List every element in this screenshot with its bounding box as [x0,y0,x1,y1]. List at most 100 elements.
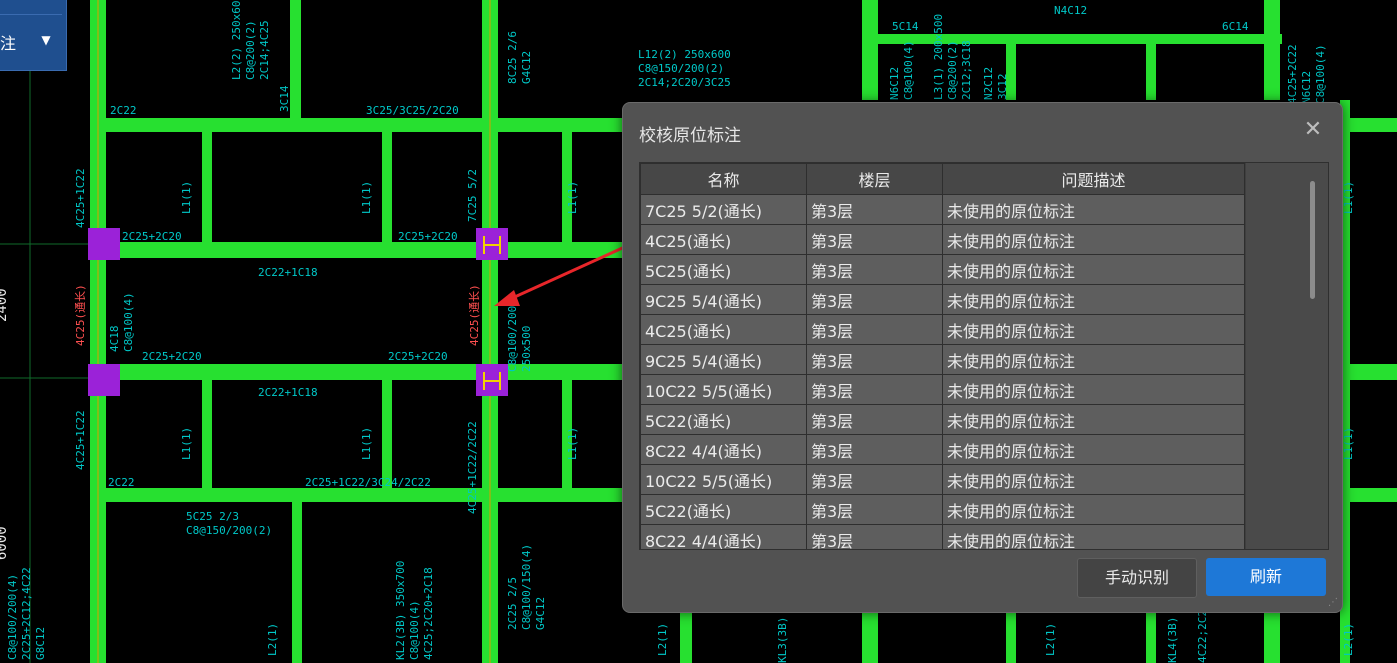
beam-annotation: C8@200(2) [946,40,959,100]
dropdown-caret-icon[interactable]: ▼ [34,26,58,54]
column-header-description[interactable]: 问题描述 [942,163,1245,195]
beam-annotation: 250x500 [520,326,533,372]
table-row[interactable]: 4C25(通长) 第3层 未使用的原位标注 [640,224,1245,255]
beam-annotation: 2C25+2C12;4C22 [20,567,33,660]
cell-floor: 第3层 [806,344,943,375]
unused-annotation-highlighted[interactable]: 4C25(通长) [468,284,481,346]
cell-description: 未使用的原位标注 [942,224,1245,255]
check-annotation-dialog: 校核原位标注 ✕ 名称 楼层 问题描述 7C25 5/2(通长) 第3层 未使用的原… [622,102,1343,613]
beam-annotation: 2C12;3C18 [960,40,973,100]
beam-annotation: KL2(3B) 350x700 [394,561,407,660]
beam-annotation: L1(1) [1342,181,1355,214]
beam-annotation: L2(1) [266,623,279,656]
table-row[interactable]: 8C22 4/4(通长) 第3层 未使用的原位标注 [640,524,1245,549]
beam-annotation: KL4(3B) [1166,617,1179,663]
table-row[interactable]: 10C22 5/5(通长) 第3层 未使用的原位标注 [640,374,1245,405]
beam-annotation: L2(2) 250x600 [230,0,243,80]
beam-annotation: 4C25+2C22 [1286,44,1299,104]
cell-name: 5C22(通长) [640,494,807,525]
cell-floor: 第3层 [806,314,943,345]
table-header-row: 名称 楼层 问题描述 [640,163,1245,195]
beam-annotation: C8@150/200(2) [638,62,724,75]
table-row[interactable]: 5C22(通长) 第3层 未使用的原位标注 [640,494,1245,525]
cell-name: 8C22 4/4(通长) [640,524,807,549]
beam-annotation: L12(2) 250x600 [638,48,731,61]
beam-annotation: C8@100(4) [122,292,135,352]
beam-annotation: 2C25 2/5 [506,577,519,630]
beam-annotation: 2C25+1C22/3C24/2C22 [305,476,431,489]
cell-description: 未使用的原位标注 [942,314,1245,345]
cell-floor: 第3层 [806,284,943,315]
table-row[interactable]: 5C25(通长) 第3层 未使用的原位标注 [640,254,1245,285]
beam-annotation: L2(1) [1342,623,1355,656]
beam-annotation: L1(1) [1342,427,1355,460]
beam-annotation: C8@100(4) [1314,44,1327,104]
beam-annotation: 2C22 [108,476,135,489]
table-empty-area [1246,163,1328,549]
cell-floor: 第3层 [806,254,943,285]
cell-name: 10C22 5/5(通长) [640,374,807,405]
table-row[interactable]: 9C25 5/4(通长) 第3层 未使用的原位标注 [640,284,1245,315]
beam-annotation: 2C22+1C18 [258,266,318,279]
cell-description: 未使用的原位标注 [942,254,1245,285]
cell-floor: 第3层 [806,494,943,525]
beam-annotation: L1(1) [180,427,193,460]
beam-annotation: N4C12 [1054,4,1087,17]
beam-annotation: 3C14 [278,85,291,112]
cell-floor: 第3层 [806,374,943,405]
beam-annotation: 2C25+2C20 [142,350,202,363]
beam-annotation: 2C25+2C20 [388,350,448,363]
table-row[interactable]: 8C22 4/4(通长) 第3层 未使用的原位标注 [640,434,1245,465]
beam-annotation: 4C25;2C20+2C18 [422,567,435,660]
cell-description: 未使用的原位标注 [942,464,1245,495]
cell-name: 9C25 5/4(通长) [640,344,807,375]
table-row[interactable]: 5C22(通长) 第3层 未使用的原位标注 [640,404,1245,435]
cell-description: 未使用的原位标注 [942,194,1245,225]
cell-floor: 第3层 [806,194,943,225]
unused-annotation[interactable]: 4C25(通长) [74,284,87,346]
beam-annotation: 2C25+2C20 [122,230,182,243]
table-row[interactable]: 10C22 5/5(通长) 第3层 未使用的原位标注 [640,464,1245,495]
issue-table: 名称 楼层 问题描述 7C25 5/2(通长) 第3层 未使用的原位标注 4C25(通… [639,162,1329,550]
cell-floor: 第3层 [806,464,943,495]
toolbar-fragment: 注 ▼ [0,0,67,71]
table-row[interactable]: 7C25 5/2(通长) 第3层 未使用的原位标注 [640,194,1245,225]
vertical-scrollbar[interactable] [1310,181,1315,299]
beam-annotation: C8@150/200(2) [186,524,272,537]
cell-name: 8C22 4/4(通长) [640,434,807,465]
cell-floor: 第3层 [806,224,943,255]
dim-label: 6000 [0,526,10,560]
beam-annotation: 2C14;4C25 [258,20,271,80]
column-header-floor[interactable]: 楼层 [806,163,943,195]
cell-description: 未使用的原位标注 [942,404,1245,435]
beam-annotation: 5C14 [892,20,919,33]
beam-annotation: C8@100(4) [408,600,421,660]
beam-annotation: 2C14;2C20/3C25 [638,76,731,89]
beam-annotation: 8C25 2/6 [506,31,519,84]
dialog-title: 校核原位标注 [639,126,741,146]
beam-annotation: L3(1) 200x500 [932,14,945,100]
toolbar-label[interactable]: 注 [0,30,16,54]
table-row[interactable]: 9C25 5/4(通长) 第3层 未使用的原位标注 [640,344,1245,375]
column-header-name[interactable]: 名称 [640,163,807,195]
beam-annotation: 6C14 [1222,20,1249,33]
cell-name: 4C25(通长) [640,224,807,255]
cell-name: 5C25(通长) [640,254,807,285]
beam-annotation: 5C25 2/3 [186,510,239,523]
beam-annotation: C8@100/200 [506,306,519,372]
refresh-button[interactable]: 刷新 [1206,558,1326,596]
toolbar-row [0,0,62,15]
beam-annotation: L1(1) [360,427,373,460]
cell-name: 7C25 5/2(通长) [640,194,807,225]
beam-annotation: 4C25+1C22 [74,168,87,228]
beam-annotation: 7C25 5/2 [466,169,479,222]
close-icon[interactable]: ✕ [1302,119,1324,141]
cell-name: 9C25 5/4(通长) [640,284,807,315]
beam-annotation: 3C12 [996,74,1009,101]
table-row[interactable]: 4C25(通长) 第3层 未使用的原位标注 [640,314,1245,345]
cell-description: 未使用的原位标注 [942,434,1245,465]
cell-name: 5C22(通长) [640,404,807,435]
manual-identify-button[interactable]: 手动识别 [1077,558,1197,598]
resize-grip-icon[interactable]: ⋰ [1328,597,1338,608]
beam-annotation: N6C12 [888,67,901,100]
